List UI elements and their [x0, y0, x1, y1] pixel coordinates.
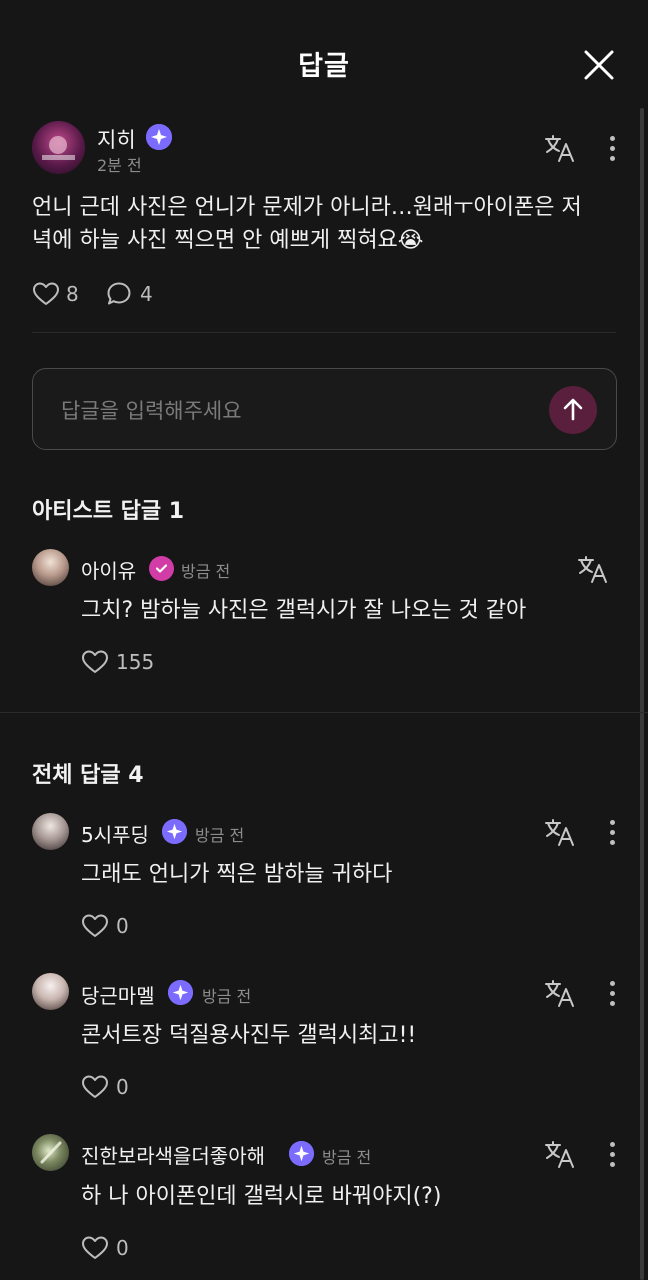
comment-button[interactable]: 4 — [106, 281, 176, 307]
comment-icon — [107, 282, 131, 305]
more-vertical-icon[interactable] — [608, 1142, 616, 1172]
reply-author[interactable]: 진한보라색을더좋아해 — [81, 1140, 265, 1169]
like-count: 0 — [116, 1075, 129, 1099]
close-button[interactable] — [578, 44, 620, 86]
post-text-line2: 녁에 하늘 사진 찍으면 안 예쁘게 찍혀요😭 — [32, 228, 424, 253]
translate-icon — [545, 1141, 574, 1168]
page-title: 답글 — [298, 51, 350, 82]
translate-icon — [545, 135, 574, 162]
reply-input-placeholder: 답글을 입력해주세요 — [61, 399, 242, 423]
translate-icon — [578, 556, 607, 583]
artist-reply-author[interactable]: 아이유 — [81, 555, 136, 584]
more-vertical-icon[interactable] — [608, 136, 616, 166]
post-author-name[interactable]: 지히 — [97, 124, 136, 154]
like-button[interactable]: 0 — [81, 1074, 141, 1100]
verified-badge-icon — [146, 124, 172, 150]
heart-icon — [82, 914, 108, 937]
all-replies-title: 전체 답글 4 — [32, 763, 144, 788]
avatar[interactable] — [32, 813, 69, 850]
reply-time: 방금 전 — [322, 1148, 372, 1167]
more-vertical-icon[interactable] — [608, 981, 616, 1011]
comment-count: 4 — [140, 282, 153, 306]
avatar[interactable] — [32, 549, 69, 586]
like-button[interactable]: 155 — [81, 649, 171, 675]
divider — [32, 332, 616, 333]
reply-text: 하 나 아이폰인데 갤럭시로 바꿔야지(?) — [81, 1184, 442, 1209]
translate-button[interactable] — [544, 1139, 576, 1169]
like-count: 8 — [66, 282, 79, 306]
verified-badge-icon — [168, 980, 193, 1005]
avatar[interactable] — [32, 973, 69, 1010]
post-time: 2분 전 — [97, 156, 142, 175]
artist-reply-time: 방금 전 — [181, 562, 231, 581]
artist-reply-text: 그치? 밤하늘 사진은 갤럭시가 잘 나오는 것 같아 — [81, 598, 527, 623]
heart-icon — [82, 1236, 108, 1259]
scrollbar[interactable] — [640, 108, 644, 1280]
translate-icon — [545, 980, 574, 1007]
avatar[interactable] — [32, 121, 85, 174]
translate-icon — [545, 819, 574, 846]
section-divider — [0, 712, 648, 713]
like-button[interactable]: 0 — [81, 1235, 141, 1261]
like-button[interactable]: 8 — [32, 281, 102, 307]
reply-text: 그래도 언니가 찍은 밤하늘 귀하다 — [81, 862, 393, 887]
post-text-line1: 언니 근데 사진은 언니가 문제가 아니라…원래ㅜ아이폰은 저 — [32, 195, 582, 220]
translate-button[interactable] — [544, 817, 576, 847]
translate-button[interactable] — [544, 133, 576, 163]
like-count: 0 — [116, 914, 129, 938]
translate-button[interactable] — [577, 554, 609, 584]
like-count: 155 — [116, 650, 155, 674]
like-button[interactable]: 0 — [81, 913, 141, 939]
translate-button[interactable] — [544, 978, 576, 1008]
reply-time: 방금 전 — [195, 826, 245, 845]
reply-author[interactable]: 5시푸딩 — [81, 819, 149, 848]
heart-icon — [82, 650, 108, 673]
verified-badge-icon — [162, 819, 187, 844]
reply-input[interactable]: 답글을 입력해주세요 — [32, 368, 617, 450]
verified-badge-icon — [289, 1141, 314, 1166]
close-icon — [584, 50, 614, 80]
arrow-up-icon — [563, 398, 583, 421]
artist-badge-icon — [149, 556, 174, 581]
send-button[interactable] — [549, 386, 597, 434]
more-vertical-icon[interactable] — [608, 820, 616, 850]
heart-icon — [82, 1075, 108, 1098]
avatar[interactable] — [32, 1134, 69, 1171]
heart-icon — [33, 282, 59, 305]
like-count: 0 — [116, 1236, 129, 1260]
reply-text: 콘서트장 덕질용사진두 갤럭시최고!! — [81, 1023, 417, 1048]
reply-time: 방금 전 — [202, 987, 252, 1006]
artist-replies-title: 아티스트 답글 1 — [32, 499, 185, 524]
reply-author[interactable]: 당근마멜 — [81, 980, 155, 1009]
